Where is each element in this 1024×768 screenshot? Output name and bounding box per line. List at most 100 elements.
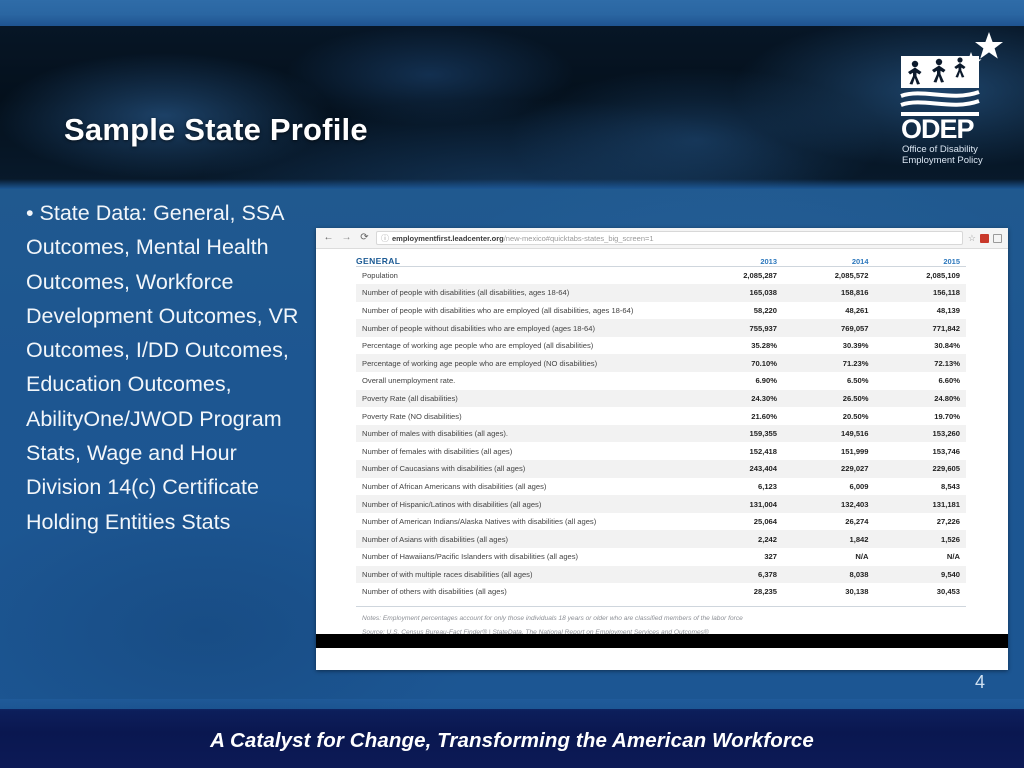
row-value-2015: 30,453 [936,587,960,597]
row-label: Percentage of working age people who are… [362,341,594,351]
row-label: Number of American Indians/Alaska Native… [362,517,597,527]
row-label: Poverty Rate (all disabilities) [362,393,458,403]
row-value-2014: 6.50% [846,376,869,386]
row-value-2014: 30,138 [845,587,869,597]
browser-menu-icon[interactable] [993,233,1002,243]
odep-logo: ODEP Office of Disability Employment Pol… [893,26,1005,176]
row-value-2015: 153,746 [932,446,960,456]
row-value-2014: 151,999 [841,446,869,456]
table-row: Population 2,085,287 2,085,572 2,085,109 [356,267,966,285]
web-page-content: GENERAL 2013 2014 2015 Population 2,085,2… [316,249,1008,648]
row-value-2015: 72.13% [934,358,960,368]
slide: Sample State Profile ODEP Office of Disa… [0,0,1024,768]
row-label: Number of Asians with disabilities (all … [362,534,509,544]
table-row: Number of American Indians/Alaska Native… [356,513,966,531]
row-value-2013: 21.60% [751,411,777,421]
table-notes: Notes: Employment percentages account fo… [362,614,743,622]
table-row: Percentage of working age people who are… [356,354,966,373]
table-row: Number of people with disabilities who a… [356,302,966,320]
row-value-2013: 25,064 [753,517,777,527]
row-value-2013: 2,085,287 [743,271,777,281]
extension-icon[interactable] [980,233,989,243]
browser-toolbar-right: ☆ [968,233,1002,244]
table-row: Number of females with disabilities (all… [356,442,966,460]
row-value-2013: 58,220 [753,305,777,315]
screenshot-black-band [316,634,1008,648]
row-value-2014: 48,261 [845,305,869,315]
row-label: Number of people with disabilities (all … [362,288,570,298]
row-value-2015: 153,260 [932,429,960,439]
row-value-2013: 152,418 [749,446,777,456]
row-value-2015: 9,540 [940,569,960,579]
back-icon[interactable]: ← [322,233,335,243]
row-label: Percentage of working age people who are… [362,358,598,368]
url-path: /new-mexico#quicktabs-states_big_screen=… [503,233,654,243]
row-value-2014: 6,009 [849,481,869,491]
row-label: Number of people without disabilities wh… [362,323,596,333]
row-value-2014: 30.39% [842,341,869,351]
row-label: Number of Hispanic/Latinos with disabili… [362,499,542,509]
row-label: Number of others with disabilities (all … [362,587,507,597]
row-value-2014: 71.23% [842,358,869,368]
forward-icon[interactable]: → [340,233,353,243]
row-label: Number of Hawaiians/Pacific Islanders wi… [362,552,579,562]
odep-tagline-line1: Office of Disability [902,144,978,155]
row-value-2015: 229,605 [932,464,960,474]
table-row: Number of African Americans with disabil… [356,478,966,496]
row-value-2013: 165,038 [749,288,777,298]
column-header-2014: 2014 [783,256,875,267]
row-value-2014: 158,816 [841,288,869,298]
row-value-2013: 159,355 [749,429,777,439]
slide-top-strip [0,0,1024,26]
row-value-2015: 19.70% [934,411,960,421]
general-data-table: GENERAL 2013 2014 2015 Population 2,085,2… [356,256,966,601]
general-data-table-wrapper: GENERAL 2013 2014 2015 Population 2,085,2… [356,256,966,601]
row-value-2014: 8,038 [849,569,869,579]
table-header: GENERAL 2013 2014 2015 [356,256,966,267]
table-row: Number of people with disabilities (all … [356,284,966,302]
row-value-2013: 24.30% [751,393,777,403]
odep-acronym: ODEP [901,114,975,144]
table-row: Number of people without disabilities wh… [356,319,966,337]
page-info-icon[interactable]: ⓘ [381,233,389,244]
row-value-2014: 132,403 [841,499,869,509]
row-value-2014: N/A [855,552,869,562]
row-value-2015: 771,842 [932,323,960,333]
address-bar-url: employmentfirst.leadcenter.org/new-mexic… [392,234,654,243]
row-value-2014: 149,516 [841,429,869,439]
row-value-2015: 1,526 [940,534,960,544]
odep-tagline-line2: Employment Policy [902,155,983,166]
row-label: Number of people with disabilities who a… [362,305,634,315]
row-value-2015: N/A [946,552,960,562]
table-row: Number of others with disabilities (all … [356,583,966,601]
table-row: Percentage of working age people who are… [356,337,966,355]
slide-hero-banner [0,26,1024,189]
row-value-2015: 8,543 [940,481,960,491]
row-label: Number of Caucasians with disabilities (… [362,464,526,474]
row-value-2014: 26.50% [842,393,869,403]
table-section-title: GENERAL [356,256,692,267]
table-row: Number of Caucasians with disabilities (… [356,460,966,478]
row-value-2013: 2,242 [757,534,777,544]
row-value-2014: 229,027 [841,464,869,474]
table-row: Number of Asians with disabilities (all … [356,530,966,548]
row-value-2015: 2,085,109 [926,271,960,281]
row-label: Number of with multiple races disabiliti… [362,569,533,579]
table-row: Number of with multiple races disabiliti… [356,565,966,584]
bookmark-star-icon[interactable]: ☆ [968,233,976,244]
bullet-item-state-data: State Data: General, SSA Outcomes, Menta… [26,201,299,534]
row-label: Overall unemployment rate. [362,376,456,386]
reload-icon[interactable]: ⟳ [358,233,371,243]
row-value-2015: 131,181 [932,499,960,509]
row-value-2014: 20.50% [842,411,869,421]
table-header-row: GENERAL 2013 2014 2015 [356,256,966,267]
row-value-2013: 28,235 [753,587,777,597]
row-value-2015: 6.60% [938,376,960,386]
row-value-2015: 48,139 [936,305,960,315]
embedded-browser-screenshot: ← → ⟳ ⓘ employmentfirst.leadcenter.org/n… [316,228,1008,670]
row-value-2013: 6,123 [757,481,777,491]
row-value-2013: 70.10% [751,358,777,368]
row-value-2013: 131,004 [749,499,777,509]
table-row: Number of Hawaiians/Pacific Islanders wi… [356,548,966,566]
address-bar[interactable]: ⓘ employmentfirst.leadcenter.org/new-mex… [376,231,963,245]
